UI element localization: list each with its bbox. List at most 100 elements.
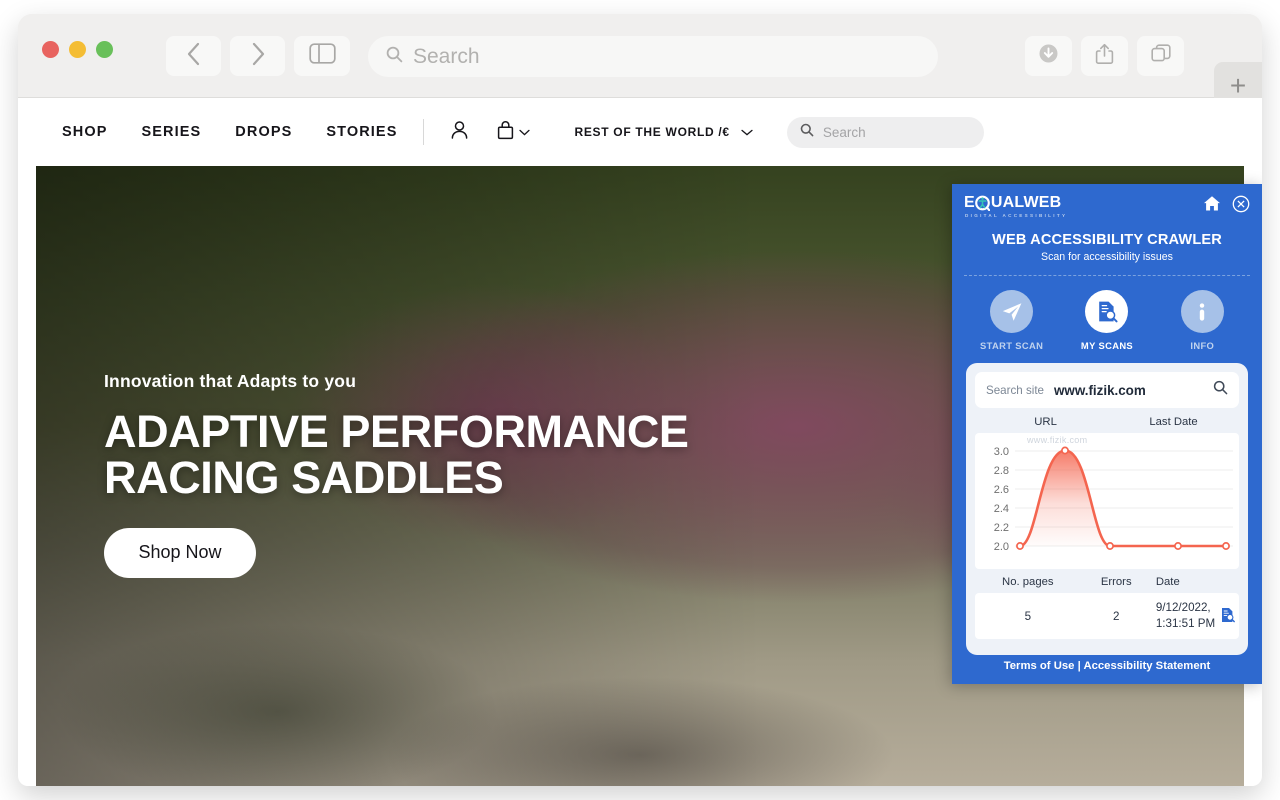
hero-headline-line2: RACING SADDLES xyxy=(104,451,504,503)
view-report-button[interactable] xyxy=(1215,607,1239,626)
tab-start-scan-label: START SCAN xyxy=(980,340,1044,351)
tab-my-scans[interactable]: MY SCANS xyxy=(1070,290,1144,351)
home-icon xyxy=(1203,196,1221,216)
back-button[interactable] xyxy=(166,36,221,76)
nav-item-drops[interactable]: DROPS xyxy=(235,124,292,140)
shopping-bag-icon xyxy=(497,120,514,145)
equalweb-divider xyxy=(964,275,1250,276)
close-circle-icon xyxy=(1232,195,1250,217)
equalweb-panel-header: E UALWEB DIGITAL ACCESSIBILITY xyxy=(952,184,1262,222)
equalweb-tagline: DIGITAL ACCESSIBILITY xyxy=(965,213,1068,218)
chevron-down-icon xyxy=(741,125,753,139)
search-site-label: Search site xyxy=(986,383,1044,397)
search-site-field[interactable]: Search site www.fizik.com xyxy=(975,372,1239,408)
hero-text-block: Innovation that Adapts to you ADAPTIVE P… xyxy=(104,371,689,578)
share-button[interactable] xyxy=(1081,36,1128,76)
tab-start-scan[interactable]: START SCAN xyxy=(975,290,1049,351)
tab-info-label: INFO xyxy=(1190,340,1215,351)
browser-navigation-buttons xyxy=(166,36,350,76)
chevron-right-icon xyxy=(250,41,266,72)
share-icon xyxy=(1095,43,1114,70)
cart-button[interactable] xyxy=(497,120,531,145)
svg-text:2.6: 2.6 xyxy=(994,484,1009,496)
scan-table-header-bottom: No. pages Errors Date xyxy=(975,569,1239,593)
column-header-pages: No. pages xyxy=(1002,576,1054,588)
user-icon xyxy=(450,120,469,145)
document-search-icon xyxy=(1085,290,1129,333)
chart-svg: 3.0 2.8 2.6 2.4 2.2 2.0 xyxy=(994,446,1233,553)
home-button[interactable] xyxy=(1203,195,1221,218)
equalweb-logo: E UALWEB DIGITAL ACCESSIBILITY xyxy=(964,194,1067,218)
equalweb-crawler-panel: E UALWEB DIGITAL ACCESSIBILITY WEB ACCES… xyxy=(952,184,1262,684)
search-icon xyxy=(800,123,814,142)
column-header-errors: Errors xyxy=(1100,576,1132,588)
accessibility-person-icon xyxy=(975,195,991,211)
tab-info[interactable]: INFO xyxy=(1165,290,1239,351)
paper-plane-icon xyxy=(990,290,1034,333)
cell-pages: 5 xyxy=(1024,609,1032,623)
search-site-value: www.fizik.com xyxy=(1054,382,1146,398)
close-panel-button[interactable] xyxy=(1232,195,1250,218)
cell-date-line2: 1:31:51 PM xyxy=(1155,617,1216,630)
equalweb-wordmark: E UALWEB xyxy=(964,194,1067,212)
nav-item-shop[interactable]: SHOP xyxy=(62,124,108,140)
equalweb-footer-links[interactable]: Terms of Use | Accessibility Statement xyxy=(952,650,1262,684)
downloads-icon xyxy=(1038,43,1059,69)
browser-titlebar: Search + xyxy=(18,14,1262,110)
equalweb-tab-bar: START SCAN MY SCANS INFO xyxy=(952,290,1262,351)
scan-history-chart: www.fizik.com 3.0 2.8 2.6 2.4 2.2 2.0 xyxy=(975,433,1239,569)
equalweb-logo-e: E xyxy=(964,194,975,211)
site-search-input[interactable]: Search xyxy=(786,116,984,148)
account-button[interactable] xyxy=(450,120,469,145)
tab-overview-button[interactable] xyxy=(1137,36,1184,76)
equalweb-scan-card: Search site www.fizik.com URL Last Date … xyxy=(966,363,1248,655)
tab-overview-icon xyxy=(1150,43,1171,69)
equalweb-panel-title: WEB ACCESSIBILITY CRAWLER xyxy=(992,232,1222,248)
site-search-placeholder: Search xyxy=(822,124,866,140)
address-bar-placeholder: Search xyxy=(413,44,480,68)
browser-toolbar-actions xyxy=(1025,36,1184,76)
scan-result-row[interactable]: 5 2 9/12/2022, 1:31:51 PM xyxy=(975,593,1239,639)
scan-table-header-top: URL Last Date xyxy=(975,416,1239,433)
tab-my-scans-label: MY SCANS xyxy=(1080,340,1134,351)
region-selector[interactable]: REST OF THE WORLD /€ xyxy=(574,125,753,139)
equalweb-header-actions xyxy=(1203,195,1250,218)
hero-headline-line1: ADAPTIVE PERFORMANCE xyxy=(104,406,689,457)
site-navigation-bar: SHOP SERIES DROPS STORIES REST OF THE WO… xyxy=(18,98,1262,166)
forward-button[interactable] xyxy=(230,36,285,76)
sidebar-toggle-button[interactable] xyxy=(294,36,350,76)
svg-text:3.0: 3.0 xyxy=(994,446,1009,458)
nav-item-series[interactable]: SERIES xyxy=(142,124,202,140)
shop-now-button[interactable]: Shop Now xyxy=(104,527,256,578)
info-icon xyxy=(1180,290,1224,333)
equalweb-logo-ualweb: UALWEB xyxy=(990,194,1062,211)
hero-headline: ADAPTIVE PERFORMANCE RACING SADDLES xyxy=(104,409,689,501)
downloads-button[interactable] xyxy=(1025,36,1072,76)
browser-address-bar[interactable]: Search xyxy=(368,36,938,77)
region-label: REST OF THE WORLD /€ xyxy=(574,125,730,139)
search-icon[interactable] xyxy=(1213,380,1228,400)
webpage-content: SHOP SERIES DROPS STORIES REST OF THE WO… xyxy=(18,98,1262,786)
equalweb-panel-subtitle: Scan for accessibility issues xyxy=(1041,251,1173,263)
window-traffic-lights xyxy=(42,41,113,58)
nav-divider xyxy=(423,119,425,145)
hero-eyebrow: Innovation that Adapts to you xyxy=(104,371,357,391)
chevron-left-icon xyxy=(186,41,202,72)
sidebar-toggle-icon xyxy=(308,43,336,69)
minimize-window-button[interactable] xyxy=(69,41,86,58)
cell-date-line1: 9/12/2022, xyxy=(1155,601,1211,615)
chart-y-tick-labels: 3.0 2.8 2.6 2.4 2.2 2.0 xyxy=(994,446,1009,553)
cell-errors: 2 xyxy=(1113,609,1120,623)
search-icon xyxy=(386,46,403,68)
column-header-date: Date xyxy=(1155,576,1180,588)
cell-date: 9/12/2022, 1:31:51 PM xyxy=(1152,600,1215,631)
close-window-button[interactable] xyxy=(42,41,59,58)
site-nav-links: SHOP SERIES DROPS STORIES xyxy=(62,124,397,140)
column-header-url: URL xyxy=(1034,416,1057,428)
nav-item-stories[interactable]: STORIES xyxy=(326,124,397,140)
report-document-icon xyxy=(1220,607,1235,626)
svg-text:2.0: 2.0 xyxy=(994,541,1009,553)
maximize-window-button[interactable] xyxy=(96,41,113,58)
chevron-down-icon xyxy=(519,123,531,141)
svg-text:2.8: 2.8 xyxy=(994,465,1009,477)
